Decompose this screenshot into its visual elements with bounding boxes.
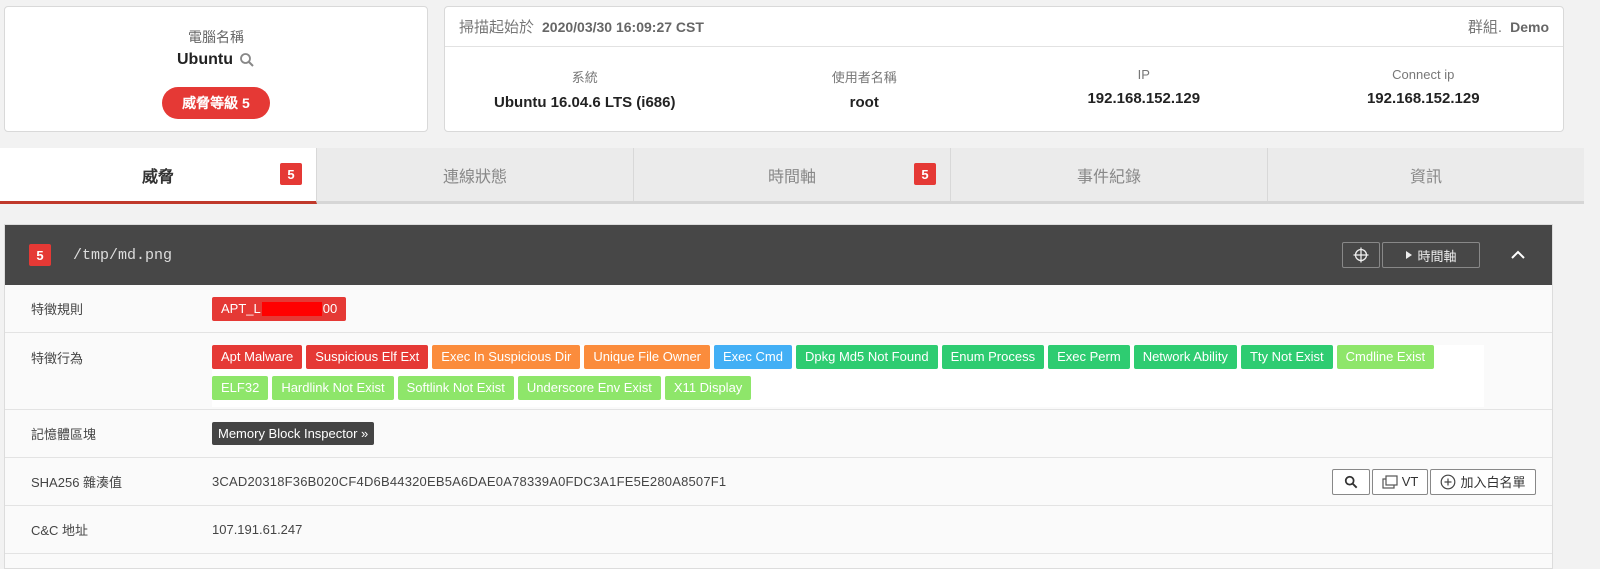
rule-label: 特徵規則 — [31, 302, 84, 317]
field-label: Connect ip — [1392, 67, 1455, 82]
scan-header: 掃描起始於 2020/03/30 16:09:27 CST 群組. Demo — [445, 7, 1563, 47]
sha256-row: SHA256 雜湊值 3CAD20318F36B020CF4D6B44320EB… — [5, 458, 1552, 506]
field-label: 系統 — [571, 70, 598, 85]
scan-info-card: 掃描起始於 2020/03/30 16:09:27 CST 群組. Demo 系… — [444, 6, 1564, 132]
scan-start-value: 2020/03/30 16:09:27 CST — [542, 18, 704, 35]
tab-label: 連線狀態 — [442, 168, 507, 186]
field-connect-ip: Connect ip 192.168.152.129 — [1284, 47, 1564, 131]
memory-inspector-button[interactable]: Memory Block Inspector » — [212, 422, 375, 445]
host-label: 電腦名稱 — [188, 29, 244, 45]
behavior-tag: Apt Malware — [212, 345, 303, 369]
tab-bar: 威脅 5 連線狀態 時間軸 5 事件紀錄 資訊 — [0, 148, 1584, 204]
field-value: Ubuntu 16.04.6 LTS (i686) — [494, 94, 676, 111]
tab-info[interactable]: 資訊 — [1268, 148, 1584, 201]
tab-label: 事件紀錄 — [1076, 168, 1141, 186]
threat-detail-panel: 5 /tmp/md.png 時間軸 特徵規則 APT_L 00 特徵行為 Apt… — [4, 224, 1553, 569]
play-icon — [1406, 251, 1413, 259]
field-label: IP — [1137, 67, 1150, 82]
behavior-tag: Softlink Not Exist — [397, 376, 514, 400]
tab-count-badge: 5 — [280, 163, 302, 185]
field-value: root — [849, 94, 879, 111]
plus-circle-icon — [1441, 474, 1456, 489]
chevron-up-icon — [1511, 250, 1525, 259]
virustotal-button[interactable]: VT — [1372, 468, 1428, 495]
behavior-label: 特徵行為 — [31, 351, 84, 366]
rule-prefix: APT_L — [221, 300, 261, 316]
behavior-tag: Cmdline Exist — [1336, 345, 1435, 369]
host-card: 電腦名稱 Ubuntu 威脅等級 5 — [4, 6, 428, 132]
tab-connections[interactable]: 連線狀態 — [317, 148, 634, 201]
behavior-tag: Network Ability — [1133, 345, 1237, 369]
behavior-tag: Exec Cmd — [714, 345, 792, 369]
field-value: 192.168.152.129 — [1366, 90, 1480, 107]
tab-threats[interactable]: 威脅 5 — [0, 148, 317, 204]
behavior-tag: ELF32 — [212, 376, 269, 400]
threat-header: 5 /tmp/md.png 時間軸 — [5, 225, 1552, 285]
behavior-tag: Dpkg Md5 Not Found — [795, 345, 938, 369]
cc-address-value: 107.191.61.247 — [212, 522, 303, 537]
collapse-button[interactable] — [1508, 245, 1528, 265]
hash-search-button[interactable] — [1332, 468, 1370, 495]
redaction-block — [261, 301, 322, 316]
behavior-tag: Exec In Suspicious Dir — [432, 345, 581, 369]
group-label: 群組. — [1467, 19, 1503, 36]
threat-score-badge: 5 — [29, 244, 51, 266]
add-whitelist-button[interactable]: 加入白名單 — [1430, 468, 1536, 495]
rule-row: 特徵規則 APT_L 00 — [5, 285, 1552, 333]
scan-fields: 系統 Ubuntu 16.04.6 LTS (i686) 使用者名稱 root … — [445, 47, 1563, 131]
field-os: 系統 Ubuntu 16.04.6 LTS (i686) — [445, 47, 725, 131]
tab-label: 資訊 — [1409, 168, 1442, 186]
behavior-tag: Tty Not Exist — [1240, 345, 1333, 369]
rule-suffix: 00 — [322, 300, 338, 316]
locate-button[interactable] — [1342, 242, 1380, 268]
memory-row: 記憶體區塊 Memory Block Inspector » — [5, 410, 1552, 458]
sha256-value: 3CAD20318F36B020CF4D6B44320EB5A6DAE0A783… — [212, 474, 727, 489]
tab-label: 威脅 — [141, 168, 174, 186]
rule-tag: APT_L 00 — [212, 296, 347, 321]
tab-count-badge: 5 — [914, 163, 936, 185]
field-ip: IP 192.168.152.129 — [1004, 47, 1284, 131]
behavior-tag: Suspicious Elf Ext — [306, 345, 429, 369]
behavior-tag: Underscore Env Exist — [517, 376, 661, 400]
timeline-button[interactable]: 時間軸 — [1382, 242, 1480, 268]
timeline-button-label: 時間軸 — [1417, 248, 1457, 264]
tab-event-log[interactable]: 事件紀錄 — [951, 148, 1268, 201]
behavior-tag: X11 Display — [664, 376, 752, 400]
cc-address-row: C&C 地址 107.191.61.247 — [5, 506, 1552, 554]
behavior-tag: Unique File Owner — [584, 345, 711, 369]
behavior-tag-list: Apt Malware Suspicious Elf Ext Exec In Sus… — [212, 345, 1484, 407]
behavior-tag: Hardlink Not Exist — [272, 376, 394, 400]
behavior-row: 特徵行為 Apt Malware Suspicious Elf Ext Exec I… — [5, 333, 1552, 410]
add-whitelist-label: 加入白名單 — [1460, 475, 1526, 490]
group-value: Demo — [1510, 18, 1549, 35]
scan-start-label: 掃描起始於 — [459, 19, 535, 36]
search-icon — [1344, 475, 1358, 488]
host-name-row: Ubuntu — [5, 51, 427, 69]
tab-label: 時間軸 — [767, 168, 816, 186]
crosshair-icon — [1353, 247, 1369, 263]
tab-timeline[interactable]: 時間軸 5 — [634, 148, 951, 201]
file-path: /tmp/md.png — [73, 246, 173, 264]
memory-label: 記憶體區塊 — [31, 427, 97, 442]
sha256-label: SHA256 雜湊值 — [31, 475, 123, 490]
behavior-tag: Enum Process — [941, 345, 1045, 369]
field-username: 使用者名稱 root — [725, 47, 1005, 131]
search-icon[interactable] — [239, 52, 255, 68]
cc-address-label: C&C 地址 — [31, 523, 89, 538]
window-icon — [1382, 474, 1398, 489]
host-name: Ubuntu — [177, 51, 233, 68]
sha256-actions: VT 加入白名單 — [1332, 468, 1536, 495]
threat-level-badge: 威脅等級 5 — [162, 87, 270, 119]
field-label: 使用者名稱 — [831, 70, 897, 85]
virustotal-label: VT — [1401, 474, 1419, 489]
field-value: 192.168.152.129 — [1087, 90, 1201, 107]
behavior-tag: Exec Perm — [1048, 345, 1130, 369]
